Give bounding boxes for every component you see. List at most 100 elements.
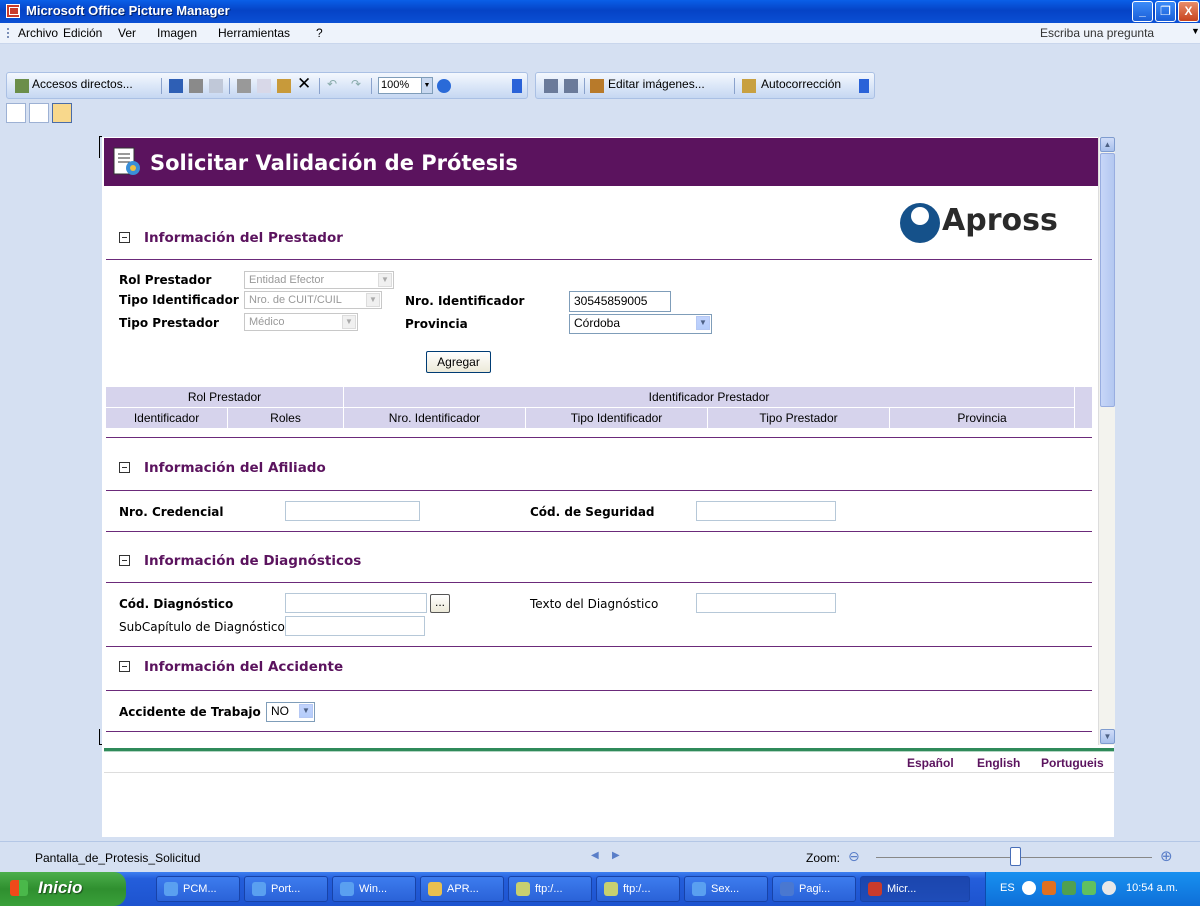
language-english[interactable]: English xyxy=(977,756,1020,770)
chevron-left-icon[interactable] xyxy=(1022,881,1036,895)
tipo-identificador-select[interactable]: Nro. de CUIT/CUIL ▼ xyxy=(244,291,382,309)
cod-diagnostico-input[interactable] xyxy=(285,593,427,613)
paste-icon[interactable] xyxy=(277,79,291,93)
taskbar-item-pcm[interactable]: PCM... xyxy=(156,876,240,902)
section-afiliado-header[interactable]: Información del Afiliado xyxy=(119,460,326,476)
taskbar-item-ftp-1[interactable]: ftp:/... xyxy=(508,876,592,902)
copy-icon[interactable] xyxy=(257,79,271,93)
browse-diagnostico-button[interactable]: ... xyxy=(430,594,450,613)
minimize-button[interactable]: _ xyxy=(1132,1,1153,22)
sync-icon[interactable] xyxy=(1082,881,1096,895)
zoom-select[interactable]: 100% xyxy=(378,77,422,94)
start-label: Inicio xyxy=(38,878,83,897)
menu-ver[interactable]: Ver xyxy=(118,26,136,40)
start-button[interactable]: Inicio xyxy=(0,872,126,906)
column-roles[interactable]: Roles xyxy=(228,408,344,428)
menu-edicion[interactable]: Edición xyxy=(63,26,102,40)
toolbar-options-icon[interactable] xyxy=(512,79,522,93)
rotate-left-icon[interactable] xyxy=(544,79,558,93)
redo-icon[interactable]: ↷ xyxy=(351,77,361,91)
edit-images-button[interactable]: Editar imágenes... xyxy=(608,77,705,91)
menu-help[interactable]: ? xyxy=(316,26,323,40)
column-tipo-prestador[interactable]: Tipo Prestador xyxy=(708,408,890,428)
collapse-icon[interactable] xyxy=(119,232,130,243)
mail-icon[interactable] xyxy=(209,79,223,93)
toolbar-options-icon-2[interactable] xyxy=(859,79,869,93)
print-icon[interactable] xyxy=(189,79,203,93)
texto-diagnostico-input[interactable] xyxy=(696,593,836,613)
provincia-select[interactable]: Córdoba ▼ xyxy=(569,314,712,334)
provincia-label: Provincia xyxy=(405,317,468,331)
delete-icon[interactable]: ✕ xyxy=(297,74,311,94)
scroll-up-icon[interactable]: ▲ xyxy=(1100,137,1115,152)
close-button[interactable]: X xyxy=(1178,1,1199,22)
ask-dropdown-icon[interactable]: ▼ xyxy=(1191,26,1200,36)
collapse-icon[interactable] xyxy=(119,462,130,473)
filmstrip-view-icon[interactable] xyxy=(29,103,49,123)
network-icon[interactable] xyxy=(1062,881,1076,895)
collapse-icon[interactable] xyxy=(119,661,130,672)
shortcuts-button[interactable]: Accesos directos... xyxy=(32,77,133,91)
subcapitulo-input[interactable] xyxy=(285,616,425,636)
save-icon[interactable] xyxy=(169,79,183,93)
agregar-button[interactable]: Agregar xyxy=(426,351,491,373)
next-image-icon[interactable]: ▶ xyxy=(612,850,620,861)
taskbar-item-win[interactable]: Win... xyxy=(332,876,416,902)
column-tipo-identificador[interactable]: Tipo Identificador xyxy=(526,408,708,428)
taskbar-item-micr[interactable]: Micr... xyxy=(860,876,970,902)
maximize-button[interactable]: ❐ xyxy=(1155,1,1176,22)
cut-icon[interactable] xyxy=(237,79,251,93)
column-nro-identificador[interactable]: Nro. Identificador xyxy=(344,408,526,428)
texto-diagnostico-label: Texto del Diagnóstico xyxy=(530,597,659,611)
section-accidente-header[interactable]: Información del Accidente xyxy=(119,659,343,675)
undo-icon[interactable]: ↶ xyxy=(327,77,337,91)
page-scrollbar[interactable]: ▲ ▼ xyxy=(1098,137,1115,745)
taskbar-item-sex[interactable]: Sex... xyxy=(684,876,768,902)
collapse-icon[interactable] xyxy=(119,555,130,566)
column-identificador[interactable]: Identificador xyxy=(106,408,228,428)
word-icon xyxy=(780,882,794,896)
search-icon[interactable] xyxy=(1102,881,1116,895)
zoom-slider-thumb[interactable] xyxy=(1010,847,1021,866)
rol-prestador-select[interactable]: Entidad Efector ▼ xyxy=(244,271,394,289)
section-divider xyxy=(106,731,1092,732)
taskbar-item-ftp-2[interactable]: ftp:/... xyxy=(596,876,680,902)
zoom-dropdown-icon[interactable]: ▼ xyxy=(421,77,433,94)
accidente-trabajo-select[interactable]: NO ▼ xyxy=(266,702,315,722)
menu-herramientas[interactable]: Herramientas xyxy=(218,26,290,40)
taskbar-item-apr[interactable]: APR... xyxy=(420,876,504,902)
ask-question-input[interactable]: Escriba una pregunta xyxy=(1040,26,1154,40)
tipo-prestador-select[interactable]: Médico ▼ xyxy=(244,313,358,331)
form-title: Solicitar Validación de Prótesis xyxy=(150,151,518,175)
autocorrect-button[interactable]: Autocorrección xyxy=(761,77,841,91)
section-prestador-header[interactable]: Información del Prestador xyxy=(119,230,343,246)
nro-credencial-input[interactable] xyxy=(285,501,420,521)
nro-identificador-input[interactable]: 30545859005 xyxy=(569,291,671,312)
tray-app-icon[interactable] xyxy=(1042,881,1056,895)
taskbar-item-pagi[interactable]: Pagi... xyxy=(772,876,856,902)
single-view-icon[interactable] xyxy=(52,103,72,123)
menu-archivo[interactable]: Archivo xyxy=(18,26,58,40)
menu-imagen[interactable]: Imagen xyxy=(157,26,197,40)
zoom-in-icon[interactable]: ⊕ xyxy=(1160,847,1173,865)
rotate-right-icon[interactable] xyxy=(564,79,578,93)
thumbnail-view-icon[interactable] xyxy=(6,103,26,123)
subcapitulo-label: SubCapítulo de Diagnóstico xyxy=(119,620,285,634)
language-portugueis[interactable]: Portugueis xyxy=(1041,756,1104,770)
apross-logo-mark-icon xyxy=(900,203,940,243)
zoom-out-icon[interactable]: ⊖ xyxy=(848,848,860,865)
scroll-thumb[interactable] xyxy=(1100,153,1115,407)
help-icon[interactable] xyxy=(437,79,451,93)
previous-image-icon[interactable]: ◀ xyxy=(591,850,599,861)
ie-icon xyxy=(164,882,178,896)
scroll-down-icon[interactable]: ▼ xyxy=(1100,729,1115,744)
section-diagnosticos-header[interactable]: Información de Diagnósticos xyxy=(119,553,361,569)
language-espanol[interactable]: Español xyxy=(907,756,954,770)
rol-prestador-label: Rol Prestador xyxy=(119,273,212,287)
standard-toolbar: Accesos directos... ✕ ↶ ↷ 100% ▼ xyxy=(6,72,528,99)
column-provincia[interactable]: Provincia xyxy=(890,408,1074,428)
taskbar-item-port[interactable]: Port... xyxy=(244,876,328,902)
tipo-prestador-value: Médico xyxy=(249,316,285,328)
cod-seguridad-input[interactable] xyxy=(696,501,836,521)
language-indicator[interactable]: ES xyxy=(1000,882,1015,894)
